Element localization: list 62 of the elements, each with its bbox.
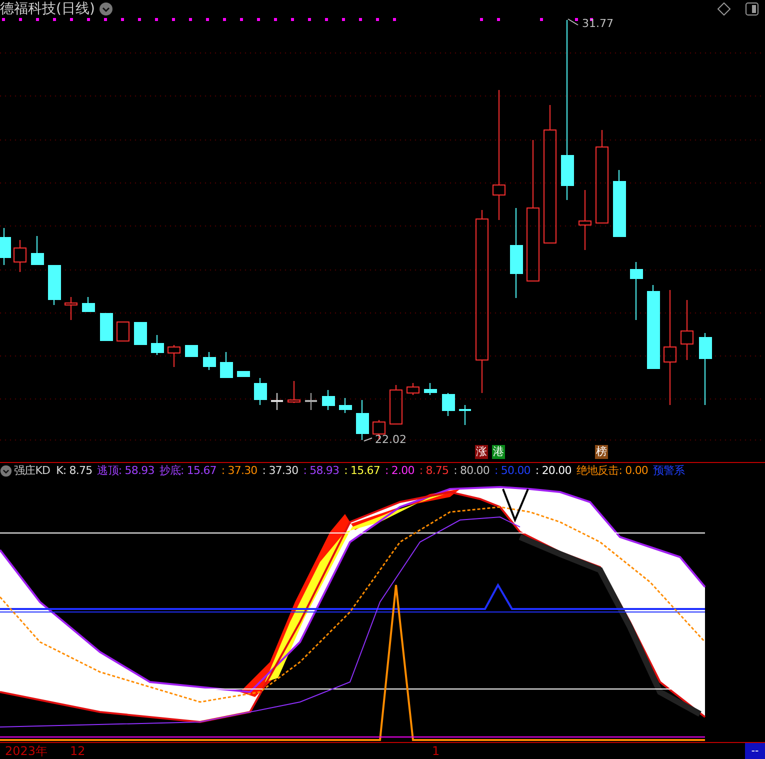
indicator-value: 逃顶: 58.93: [97, 463, 154, 478]
candle: [116, 322, 130, 342]
indicator-value: : 58.93: [303, 464, 340, 477]
candle: [185, 344, 198, 358]
indicator-name: 强庄KD: [14, 463, 50, 478]
candle: [356, 400, 369, 440]
leader-line: [364, 438, 372, 442]
candle: [237, 370, 250, 378]
candle: [305, 392, 317, 410]
leader-line: [568, 18, 578, 26]
candle: [168, 344, 180, 368]
candle: [459, 404, 471, 426]
candle: [82, 296, 95, 312]
candle: [151, 334, 164, 356]
candle: [390, 384, 402, 424]
candle: [613, 170, 626, 238]
candle: [680, 300, 694, 360]
candle: [424, 382, 437, 396]
indicator-value: 抄底: 15.67: [159, 463, 216, 478]
axis-label: 2023年: [5, 744, 48, 758]
indicator-value: 绝地反击: 0.00: [576, 463, 648, 478]
indicator-value: : 20.00: [535, 464, 572, 477]
candle: [339, 398, 352, 414]
corner-button[interactable]: --: [745, 743, 765, 759]
candle: [31, 236, 44, 266]
candle: [406, 382, 420, 396]
chevron-down-icon[interactable]: [98, 2, 113, 16]
signal-tag: 港: [492, 445, 505, 459]
diamond-icon[interactable]: [717, 2, 731, 16]
candle: [203, 352, 216, 370]
high-price-label: 31.77: [582, 18, 614, 30]
chevron-down-icon[interactable]: [0, 464, 12, 476]
indicator-value: : 8.75: [419, 464, 449, 477]
candle: [271, 392, 283, 410]
indicator-value: 预警系: [653, 463, 685, 478]
candle: [0, 228, 11, 266]
axis-label: 12: [70, 744, 86, 758]
panel-toggle-icon[interactable]: [745, 2, 759, 16]
candle: [630, 262, 643, 320]
low-price-label: 22.02: [375, 434, 406, 446]
axis-label: 1: [432, 744, 440, 758]
signal-tag: 涨: [475, 445, 488, 459]
window-title: 德福科技(日线): [0, 1, 95, 17]
indicator-value: : 50.00: [494, 464, 530, 477]
candle: [134, 322, 147, 346]
candle: [254, 378, 267, 406]
candle: [48, 264, 61, 306]
indicator-value: K: 8.75: [56, 464, 92, 477]
indicator-value: : 80.00: [454, 464, 490, 477]
candle: [64, 296, 78, 320]
candle: [322, 390, 335, 410]
indicator-value: : 15.67: [344, 464, 380, 477]
candle: [578, 190, 592, 250]
indicator-value: : 37.30: [262, 464, 298, 477]
indicator-value: : 37.30: [221, 464, 258, 477]
candle: [14, 240, 26, 272]
candle: [220, 352, 233, 378]
candle: [100, 312, 113, 342]
candle: [288, 380, 300, 404]
indicator-value: : 2.00: [385, 464, 414, 477]
signal-tag: 榜: [595, 445, 608, 459]
candle: [442, 392, 455, 416]
